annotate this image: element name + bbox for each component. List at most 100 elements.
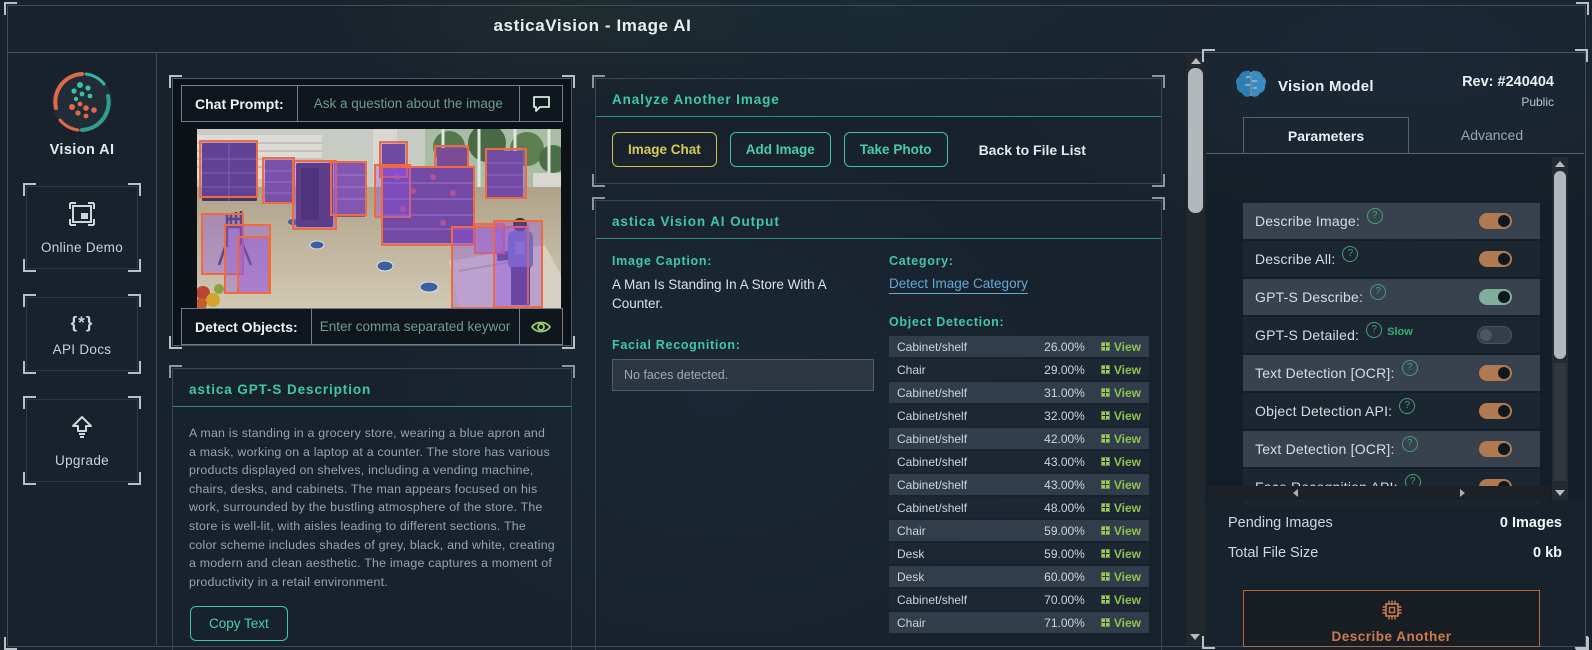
detect-objects-button[interactable] bbox=[519, 309, 562, 344]
view-detection-link[interactable]: View bbox=[1100, 524, 1141, 538]
toggle-gpts-detailed[interactable] bbox=[1477, 326, 1512, 344]
toggle-describe-image[interactable] bbox=[1479, 213, 1512, 229]
scroll-up-arrow[interactable] bbox=[1555, 161, 1565, 167]
gpt-description-panel: astica GPT-S Description A man is standi… bbox=[169, 365, 575, 650]
send-chat-button[interactable] bbox=[519, 86, 562, 121]
bounding-box-icon bbox=[1100, 618, 1110, 627]
view-detection-link[interactable]: View bbox=[1100, 478, 1141, 492]
table-row: Chair 71.00% View bbox=[889, 612, 1149, 633]
detection-confidence: 26.00% bbox=[1044, 339, 1085, 354]
scroll-down-arrow[interactable] bbox=[1190, 634, 1200, 640]
help-icon[interactable]: ? bbox=[1399, 398, 1416, 414]
add-image-button[interactable]: Add Image bbox=[729, 132, 831, 167]
help-icon[interactable]: ? bbox=[1401, 360, 1418, 376]
view-detection-link[interactable]: View bbox=[1100, 455, 1141, 469]
view-detection-link[interactable]: View bbox=[1100, 386, 1141, 400]
detection-name: Chair bbox=[897, 615, 926, 630]
view-detection-link[interactable]: View bbox=[1100, 501, 1141, 515]
parameters-horizontal-scrollbar[interactable] bbox=[1208, 486, 1550, 500]
detection-confidence: 29.00% bbox=[1044, 362, 1085, 377]
pending-images-value: 0 Images bbox=[1499, 515, 1562, 531]
sidebar-item-api-docs[interactable]: {*} API Docs bbox=[23, 294, 141, 374]
brain-icon bbox=[1235, 70, 1267, 97]
toggle-text-detection[interactable] bbox=[1479, 365, 1512, 381]
astica-logo-icon bbox=[52, 72, 112, 132]
view-detection-link[interactable]: View bbox=[1100, 409, 1141, 423]
describe-another-button[interactable]: Describe Another bbox=[1243, 590, 1540, 647]
bounding-box-icon bbox=[1100, 572, 1110, 581]
toggle-describe-all[interactable] bbox=[1479, 251, 1512, 267]
image-caption-label: Image Caption: bbox=[612, 254, 713, 268]
help-icon[interactable]: ? bbox=[1342, 246, 1359, 262]
total-file-size-label: Total File Size bbox=[1228, 545, 1319, 561]
model-tabs: Parameters Advanced bbox=[1243, 117, 1575, 154]
detect-objects-input[interactable] bbox=[311, 309, 519, 344]
detection-name: Chair bbox=[897, 362, 926, 377]
table-row: Cabinet/shelf 42.00% View bbox=[889, 428, 1149, 449]
tab-advanced[interactable]: Advanced bbox=[1409, 117, 1575, 154]
app-title: asticaVision - Image AI bbox=[493, 16, 692, 35]
detect-objects-label: Detect Objects: bbox=[182, 309, 312, 344]
chat-prompt-input[interactable] bbox=[297, 86, 519, 121]
copy-text-button[interactable]: Copy Text bbox=[190, 606, 288, 642]
detection-confidence: 32.00% bbox=[1044, 408, 1085, 423]
bounding-box-icon bbox=[1100, 411, 1110, 420]
table-row: Chair 59.00% View bbox=[889, 520, 1149, 541]
sidebar-item-upgrade[interactable]: Upgrade bbox=[23, 396, 141, 485]
scroll-right-arrow[interactable] bbox=[1460, 489, 1465, 497]
view-detection-link[interactable]: View bbox=[1100, 340, 1141, 354]
detection-confidence: 48.00% bbox=[1044, 500, 1085, 515]
help-icon[interactable]: ? bbox=[1401, 436, 1418, 452]
param-row-object-detection-api: Object Detection API: ? bbox=[1243, 393, 1540, 429]
scroll-up-arrow[interactable] bbox=[1190, 58, 1201, 64]
slow-badge: Slow bbox=[1387, 326, 1413, 338]
model-revision: Rev: #240404 bbox=[1462, 74, 1554, 90]
detection-name: Chair bbox=[897, 523, 926, 538]
image-chat-button[interactable]: Image Chat bbox=[612, 132, 717, 167]
detection-confidence: 59.00% bbox=[1044, 546, 1085, 561]
take-photo-button[interactable]: Take Photo bbox=[843, 132, 948, 167]
model-visibility: Public bbox=[1521, 95, 1554, 109]
table-row: Cabinet/shelf 48.00% View bbox=[889, 497, 1149, 518]
view-detection-link[interactable]: View bbox=[1100, 570, 1141, 584]
detection-name: Desk bbox=[897, 546, 925, 561]
queue-summary: Pending Images 0 Images Total File Size … bbox=[1228, 515, 1562, 575]
scrollbar-thumb[interactable] bbox=[1188, 68, 1203, 213]
view-detection-link[interactable]: View bbox=[1100, 547, 1141, 561]
bounding-box-icon bbox=[1100, 503, 1110, 512]
scroll-left-arrow[interactable] bbox=[1293, 489, 1298, 497]
view-detection-link[interactable]: View bbox=[1100, 432, 1141, 446]
table-row: Cabinet/shelf 31.00% View bbox=[889, 382, 1149, 403]
back-to-file-list-link[interactable]: Back to File List bbox=[979, 142, 1086, 158]
view-detection-link[interactable]: View bbox=[1100, 616, 1141, 630]
param-row-text-detection-2: Text Detection [OCR]: ? bbox=[1243, 431, 1540, 467]
help-icon[interactable]: ? bbox=[1366, 208, 1383, 224]
sidebar-item-online-demo[interactable]: Online Demo bbox=[23, 183, 141, 272]
help-icon[interactable]: ? bbox=[1366, 322, 1383, 338]
scrollbar-track bbox=[1554, 363, 1566, 481]
view-detection-link[interactable]: View bbox=[1100, 363, 1141, 377]
detection-name: Cabinet/shelf bbox=[897, 385, 968, 400]
main-scrollbar[interactable] bbox=[1186, 53, 1205, 645]
upgrade-arrow-icon bbox=[72, 416, 92, 438]
table-row: Cabinet/shelf 43.00% View bbox=[889, 474, 1149, 495]
toggle-object-detection-api[interactable] bbox=[1479, 403, 1512, 419]
toggle-gpts-describe[interactable] bbox=[1479, 289, 1512, 305]
param-row-gpts-detailed: GPT-S Detailed: ? Slow bbox=[1243, 317, 1540, 353]
bounding-box-icon bbox=[1100, 549, 1110, 558]
chat-prompt-bar: Chat Prompt: bbox=[181, 85, 563, 122]
scroll-down-arrow[interactable] bbox=[1555, 490, 1565, 496]
toggle-text-detection-2[interactable] bbox=[1479, 441, 1512, 457]
detection-name: Cabinet/shelf bbox=[897, 408, 968, 423]
param-row-gpts-describe: GPT-S Describe: ? bbox=[1243, 279, 1540, 315]
sidebar-item-label: Online Demo bbox=[40, 240, 124, 255]
detect-category-link[interactable]: Detect Image Category bbox=[889, 276, 1028, 294]
help-icon[interactable]: ? bbox=[1370, 284, 1387, 300]
view-detection-link[interactable]: View bbox=[1100, 593, 1141, 607]
scrollbar-thumb[interactable] bbox=[1554, 171, 1566, 359]
parameters-scrollbar[interactable] bbox=[1552, 157, 1568, 500]
detection-confidence: 60.00% bbox=[1044, 569, 1085, 584]
sidebar: Vision AI Online Demo {*} API Docs Upgra… bbox=[8, 53, 157, 645]
detection-name: Cabinet/shelf bbox=[897, 500, 968, 515]
tab-parameters[interactable]: Parameters bbox=[1243, 117, 1409, 154]
